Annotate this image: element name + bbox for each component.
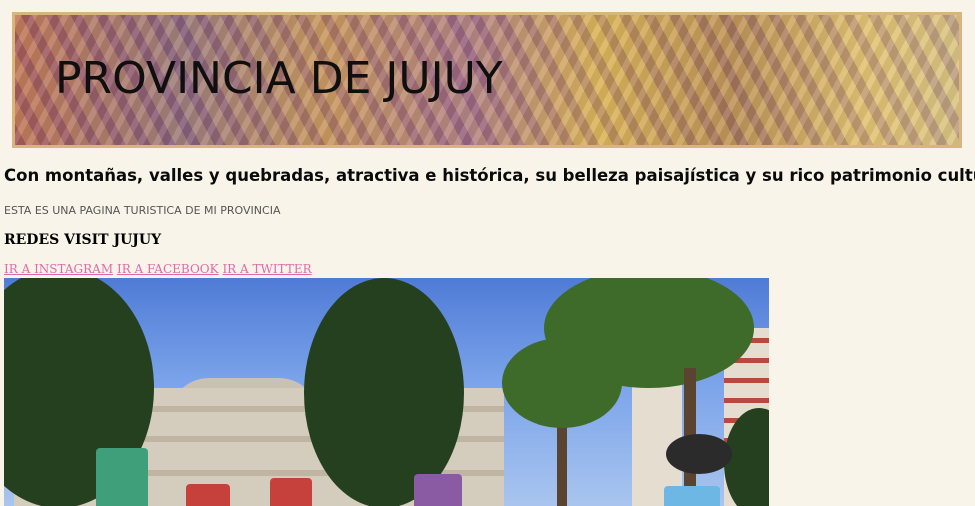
- photo-sculpture: [666, 434, 732, 474]
- intro-lead-text: Con montañas, valles y quebradas, atract…: [4, 166, 975, 185]
- social-heading: REDES VISIT JUJUY: [4, 232, 162, 248]
- photo-green-block: [96, 448, 148, 506]
- page-title: PROVINCIA DE JUJUY: [55, 53, 503, 104]
- header-banner: PROVINCIA DE JUJUY: [12, 12, 962, 148]
- twitter-link[interactable]: IR A TWITTER: [222, 262, 311, 276]
- photo-red-block: [186, 484, 230, 506]
- photo-red-block-2: [270, 478, 312, 506]
- government-house-photo: [4, 278, 769, 506]
- social-links: IR A INSTAGRAM IR A FACEBOOK IR A TWITTE…: [4, 262, 312, 276]
- photo-blue-block: [664, 486, 720, 506]
- facebook-link[interactable]: IR A FACEBOOK: [117, 262, 219, 276]
- photo-tree-center: [304, 278, 464, 506]
- instagram-link[interactable]: IR A INSTAGRAM: [4, 262, 113, 276]
- intro-subtitle: ESTA ES UNA PAGINA TURISTICA DE MI PROVI…: [4, 204, 281, 217]
- photo-purple-block: [414, 474, 462, 506]
